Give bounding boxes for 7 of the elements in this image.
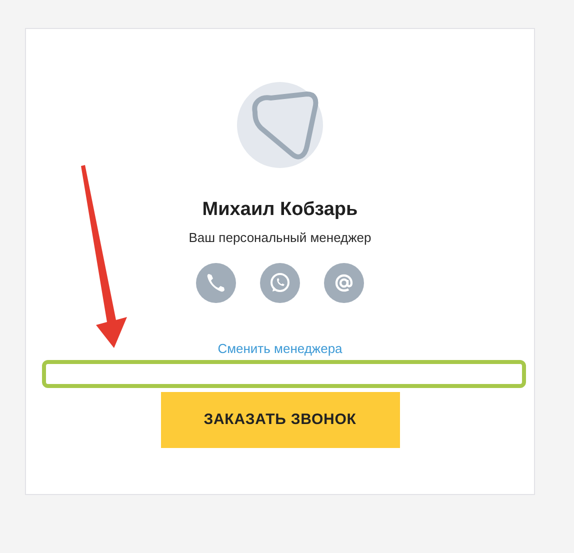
- phone-icon[interactable]: [196, 263, 236, 303]
- manager-name: Михаил Кобзарь: [202, 200, 358, 220]
- avatar-logo-icon: [237, 82, 323, 168]
- at-sign-icon[interactable]: [324, 263, 364, 303]
- chat-bubble-icon[interactable]: [260, 263, 300, 303]
- manager-role: Ваш персональный менеджер: [188, 230, 372, 246]
- order-call-button[interactable]: ЗАКАЗАТЬ ЗВОНОК: [160, 392, 400, 448]
